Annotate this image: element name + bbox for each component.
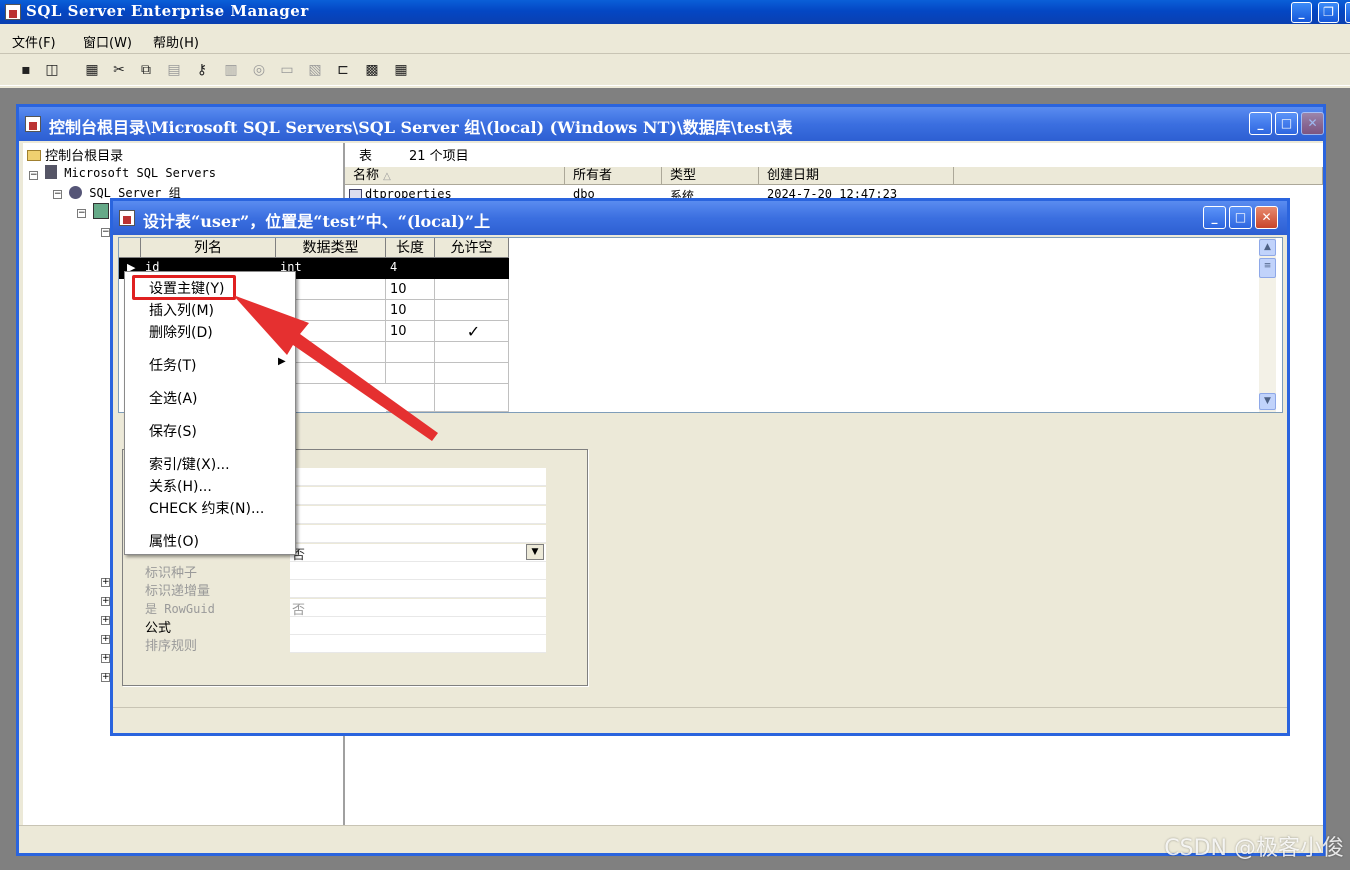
watermark: CSDN @极客小俊 [1164, 836, 1344, 861]
annotation-arrow-icon [233, 295, 438, 441]
